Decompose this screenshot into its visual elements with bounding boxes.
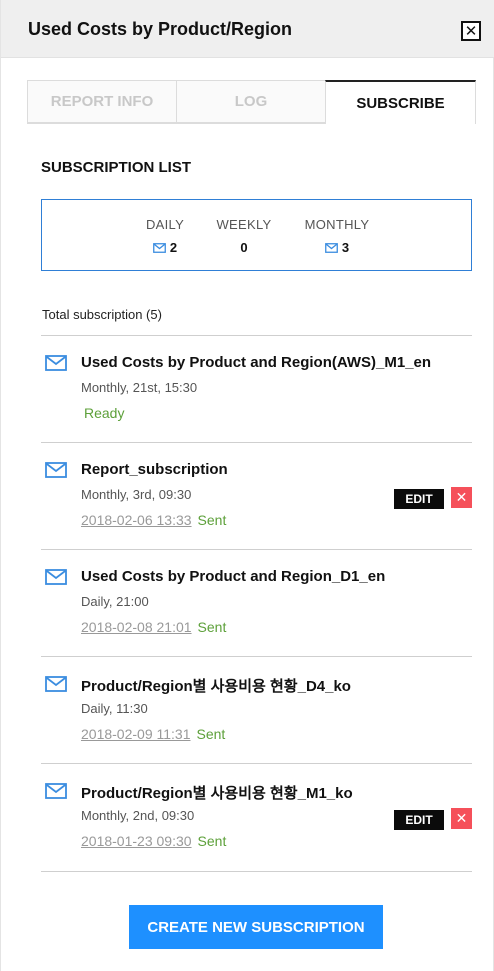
status-label: Sent xyxy=(197,512,227,528)
subscription-status-row: 2018-02-08 21:01 Sent xyxy=(81,619,226,635)
subscription-item[interactable]: Used Costs by Product and Region(AWS)_M1… xyxy=(41,336,472,443)
edit-button[interactable]: EDIT xyxy=(394,489,444,509)
status-label: Sent xyxy=(197,619,227,635)
edit-button[interactable]: EDIT xyxy=(394,810,444,830)
close-icon: ✕ xyxy=(455,489,468,505)
mail-icon xyxy=(45,462,67,478)
mail-icon xyxy=(45,355,67,371)
status-label: Ready xyxy=(84,405,125,421)
subscription-status-row: 2018-01-23 09:30 Sent xyxy=(81,833,226,849)
summary-monthly-count: 3 xyxy=(341,240,350,255)
last-sent-link[interactable]: 2018-01-23 09:30 xyxy=(81,833,192,849)
status-label: Sent xyxy=(197,833,227,849)
mail-icon xyxy=(324,242,338,253)
subscription-status-row: Ready xyxy=(81,405,124,421)
summary-daily: DAILY 2 xyxy=(142,217,188,255)
subscription-summary: DAILY 2 WEEKLY 0 MONTHLY 3 xyxy=(41,199,472,271)
summary-weekly-label: WEEKLY xyxy=(216,217,272,232)
summary-weekly-count: 0 xyxy=(240,240,248,255)
panel-header: Used Costs by Product/Region ✕ xyxy=(1,0,494,58)
last-sent-link[interactable]: 2018-02-06 13:33 xyxy=(81,512,192,528)
last-sent-link[interactable]: 2018-02-09 11:31 xyxy=(81,726,191,742)
subscription-status-row: 2018-02-06 13:33 Sent xyxy=(81,512,226,528)
summary-monthly-label: MONTHLY xyxy=(304,217,370,232)
tab-subscribe[interactable]: SUBSCRIBE xyxy=(325,80,476,124)
total-subscription: Total subscription (5) xyxy=(42,307,162,322)
subscription-schedule: Daily, 21:00 xyxy=(81,594,149,609)
summary-daily-label: DAILY xyxy=(145,217,185,232)
status-label: Sent xyxy=(196,726,226,742)
mail-icon xyxy=(45,569,67,585)
subscription-name: Product/Region별 사용비용 현황_M1_ko xyxy=(81,785,353,802)
tab-bar: REPORT INFO LOG SUBSCRIBE xyxy=(27,80,476,124)
mail-icon xyxy=(45,783,67,799)
summary-daily-count: 2 xyxy=(169,240,178,255)
tab-log[interactable]: LOG xyxy=(176,80,326,124)
subscription-item[interactable]: Product/Region별 사용비용 현황_M1_ko Monthly, 2… xyxy=(41,764,472,871)
close-icon: ✕ xyxy=(455,810,468,826)
subscription-schedule: Monthly, 2nd, 09:30 xyxy=(81,808,195,823)
delete-button[interactable]: ✕ xyxy=(451,487,472,508)
delete-button[interactable]: ✕ xyxy=(451,808,472,829)
last-sent-link[interactable]: 2018-02-08 21:01 xyxy=(81,619,192,635)
subscription-name: Report_subscription xyxy=(81,461,228,478)
subscription-name: Used Costs by Product and Region(AWS)_M1… xyxy=(81,354,432,371)
subscription-list-title: SUBSCRIPTION LIST xyxy=(41,159,192,176)
divider xyxy=(41,871,472,872)
panel-title: Used Costs by Product/Region xyxy=(28,19,293,39)
subscription-name: Used Costs by Product and Region_D1_en xyxy=(81,568,386,585)
tab-report-info[interactable]: REPORT INFO xyxy=(27,80,177,124)
report-panel: Used Costs by Product/Region ✕ REPORT IN… xyxy=(0,0,494,971)
subscription-item[interactable]: Used Costs by Product and Region_D1_en D… xyxy=(41,550,472,657)
close-icon: ✕ xyxy=(464,22,478,40)
mail-icon xyxy=(152,242,166,253)
mail-icon xyxy=(45,676,67,692)
subscription-item[interactable]: Product/Region별 사용비용 현황_D4_ko Daily, 11:… xyxy=(41,657,472,764)
summary-weekly: WEEKLY 0 xyxy=(214,217,274,255)
close-button[interactable]: ✕ xyxy=(461,21,481,41)
subscription-name: Product/Region별 사용비용 현황_D4_ko xyxy=(81,678,351,695)
subscription-status-row: 2018-02-09 11:31 Sent xyxy=(81,726,225,742)
subscription-schedule: Monthly, 21st, 15:30 xyxy=(81,380,198,395)
subscription-item[interactable]: Report_subscription Monthly, 3rd, 09:30 … xyxy=(41,443,472,550)
create-subscription-button[interactable]: CREATE NEW SUBSCRIPTION xyxy=(129,905,383,949)
summary-monthly: MONTHLY 3 xyxy=(301,217,373,255)
subscription-schedule: Daily, 11:30 xyxy=(81,701,148,716)
subscription-schedule: Monthly, 3rd, 09:30 xyxy=(81,487,192,502)
